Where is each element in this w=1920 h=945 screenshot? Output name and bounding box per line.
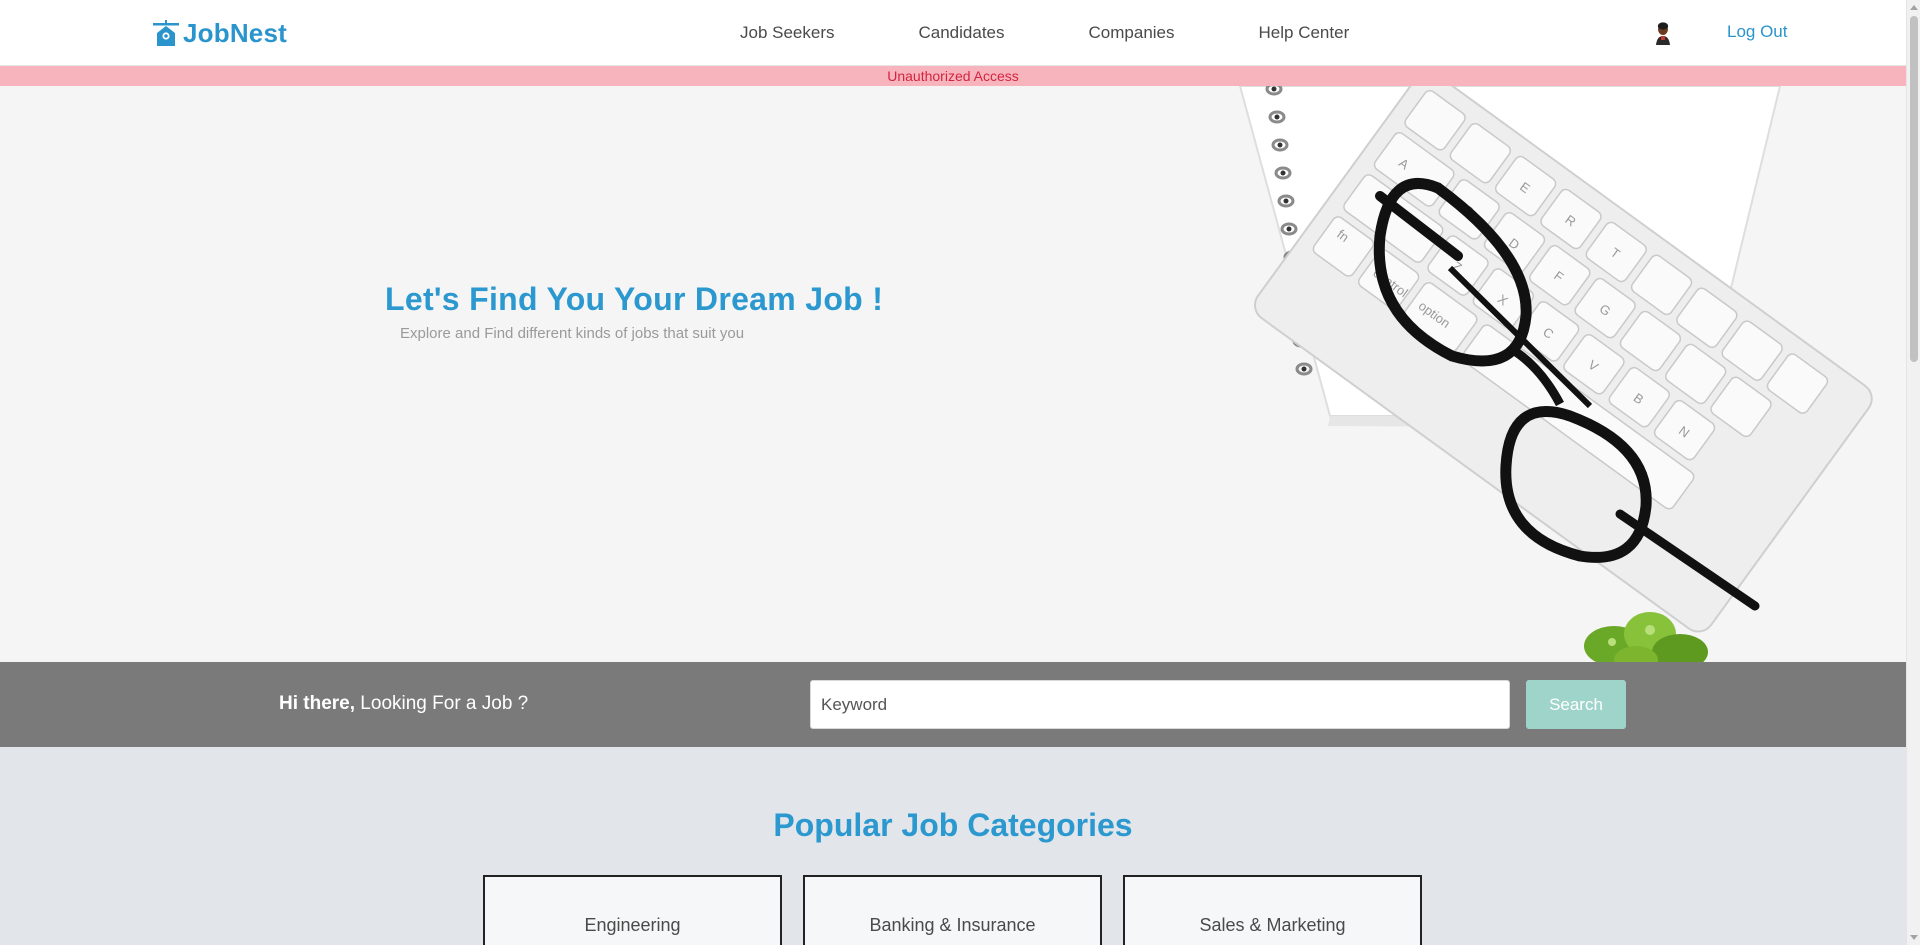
nav-job-seekers[interactable]: Job Seekers: [740, 23, 835, 43]
search-greeting: Hi there, Looking For a Job ?: [279, 693, 528, 715]
category-card-banking-insurance[interactable]: Banking & Insurance: [803, 875, 1102, 945]
popular-categories: Popular Job Categories Engineering Banki…: [0, 747, 1906, 945]
nav-companies[interactable]: Companies: [1089, 23, 1175, 43]
user-avatar-icon[interactable]: [1652, 21, 1674, 45]
keyword-search-input[interactable]: [810, 680, 1510, 729]
scroll-up-arrow-icon[interactable]: [1910, 5, 1918, 10]
alert-bar: Unauthorized Access: [0, 66, 1906, 86]
search-band: Hi there, Looking For a Job ? Search: [0, 662, 1906, 747]
greeting-text: Looking For a Job ?: [355, 693, 529, 714]
category-label: Banking & Insurance: [869, 915, 1036, 935]
category-label: Engineering: [584, 915, 681, 935]
scroll-thumb[interactable]: [1910, 16, 1918, 362]
navbar: JobNest Job Seekers Candidates Companies…: [0, 0, 1906, 66]
hero-image: fn control option Z X C V B N S D F G A …: [1238, 86, 1873, 662]
logout-link[interactable]: Log Out: [1727, 22, 1788, 42]
nav-help-center[interactable]: Help Center: [1259, 23, 1350, 43]
hero-subtitle: Explore and Find different kinds of jobs…: [400, 325, 745, 342]
page: JobNest Job Seekers Candidates Companies…: [0, 0, 1920, 945]
nav-candidates[interactable]: Candidates: [919, 23, 1005, 43]
alert-message: Unauthorized Access: [887, 68, 1019, 84]
brand-name: JobNest: [183, 17, 287, 48]
category-label: Sales & Marketing: [1199, 915, 1346, 935]
greeting-bold: Hi there,: [279, 693, 356, 714]
category-card-sales-marketing[interactable]: Sales & Marketing: [1123, 875, 1422, 945]
categories-heading: Popular Job Categories: [773, 807, 1133, 843]
search-button[interactable]: Search: [1526, 680, 1626, 729]
category-card-engineering[interactable]: Engineering: [483, 875, 782, 945]
main-nav: Job Seekers Candidates Companies Help Ce…: [740, 0, 1349, 66]
scroll-down-arrow-icon[interactable]: [1910, 935, 1918, 940]
brand-logo[interactable]: JobNest: [152, 16, 287, 50]
page-scrollbar[interactable]: [1906, 0, 1920, 945]
house-cap-icon: [153, 20, 179, 46]
hero-title: Let's Find You Your Dream Job !: [385, 281, 884, 317]
hero-banner: Let's Find You Your Dream Job ! Explore …: [0, 86, 1906, 662]
